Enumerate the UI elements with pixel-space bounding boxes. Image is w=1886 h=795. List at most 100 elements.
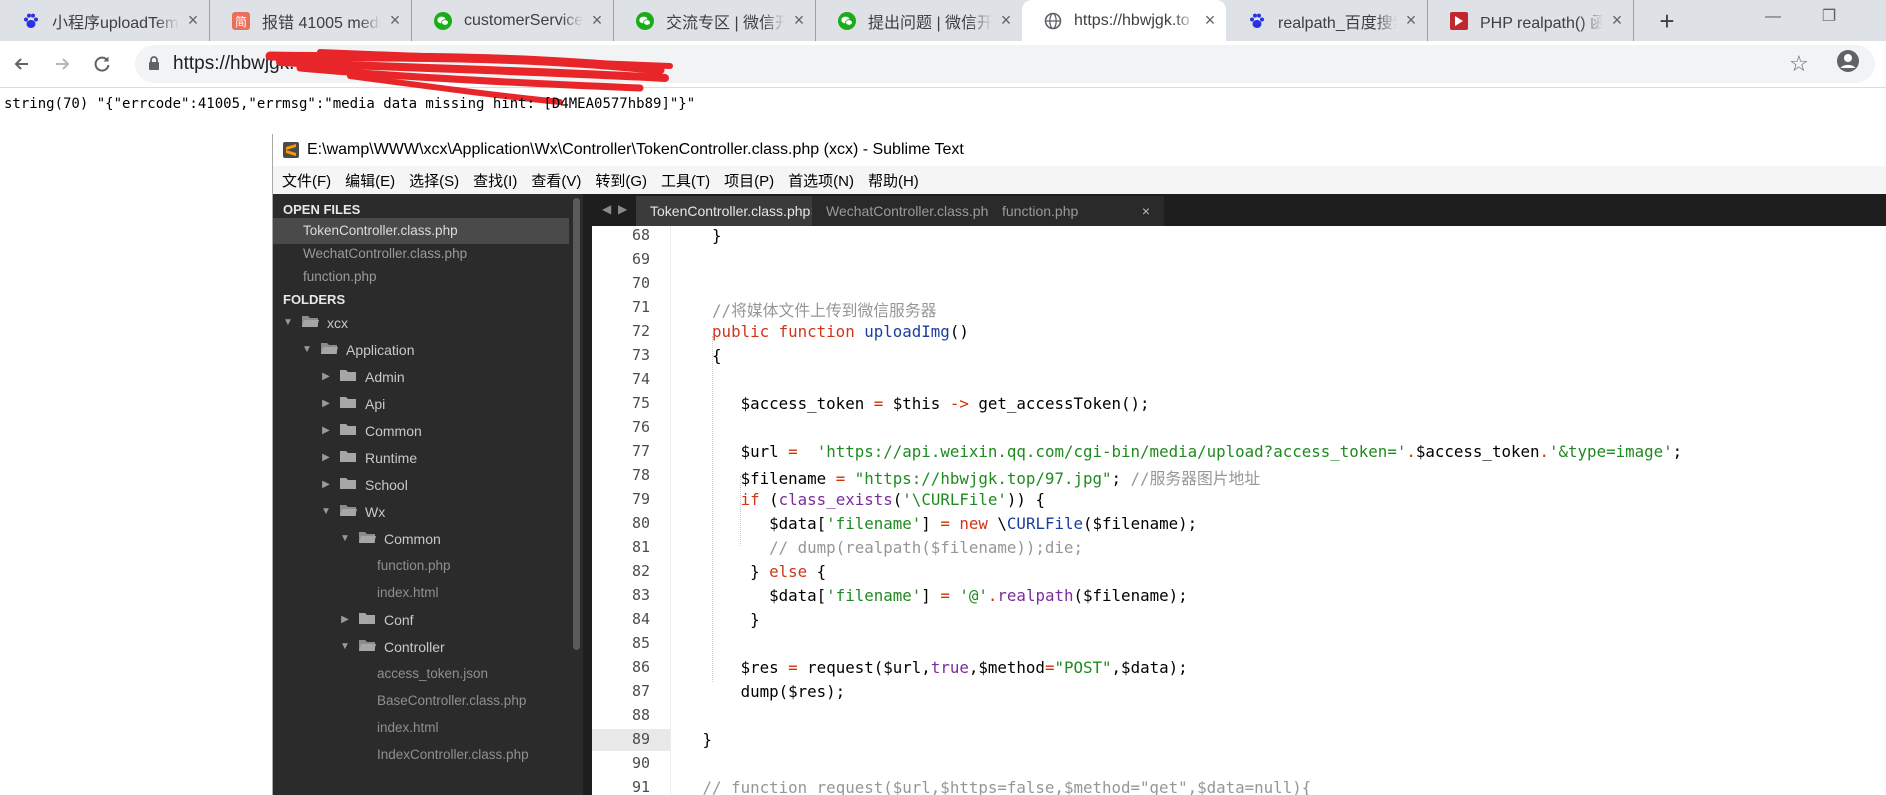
menu-item[interactable]: 编辑(E): [345, 170, 395, 191]
sidebar-scrollbar[interactable]: [573, 198, 580, 650]
menu-item[interactable]: 查找(I): [473, 170, 517, 191]
tree-folder-item[interactable]: ▶ Api: [319, 390, 385, 417]
disclosure-closed-icon[interactable]: ▶: [319, 398, 333, 409]
code-line[interactable]: $url = 'https://api.weixin.qq.com/cgi-bi…: [674, 442, 1683, 461]
forward-button[interactable]: [46, 48, 78, 80]
code-line[interactable]: }: [674, 730, 713, 749]
bookmark-star-icon[interactable]: ☆: [1789, 51, 1809, 77]
file-tab[interactable]: WechatController.class.php×: [812, 196, 1004, 226]
close-tab-icon[interactable]: ×: [791, 10, 807, 31]
disclosure-open-icon[interactable]: ▼: [338, 641, 352, 652]
file-tab[interactable]: function.php ×: [988, 196, 1164, 226]
back-button[interactable]: [6, 48, 38, 80]
disclosure-closed-icon[interactable]: ▶: [319, 425, 333, 436]
code-line[interactable]: } else {: [674, 562, 826, 581]
sidebar-divider[interactable]: [583, 194, 592, 795]
file-tab[interactable]: TokenController.class.php×: [636, 196, 819, 226]
disclosure-open-icon[interactable]: ▼: [300, 344, 314, 355]
disclosure-closed-icon[interactable]: ▶: [319, 452, 333, 463]
code-line[interactable]: // function request($url,$https=false,$m…: [674, 778, 1312, 795]
minimize-button[interactable]: —: [1752, 0, 1794, 34]
disclosure-open-icon[interactable]: ▼: [319, 506, 333, 517]
menu-item[interactable]: 首选项(N): [788, 170, 854, 191]
code-line[interactable]: $access_token = $this -> get_accessToken…: [674, 394, 1150, 413]
browser-tab[interactable]: https://hbwjgk.to ×: [1022, 0, 1226, 41]
browser-tab[interactable]: PHP realpath() 函 ×: [1428, 0, 1634, 41]
code-line[interactable]: $data['filename'] = new \CURLFile($filen…: [674, 514, 1197, 533]
new-tab-button[interactable]: +: [1652, 6, 1682, 36]
tree-folder-item[interactable]: ▶ Common: [319, 417, 422, 444]
code-token: (: [759, 490, 779, 509]
disclosure-closed-icon[interactable]: ▶: [338, 614, 352, 625]
tab-next-arrow-icon[interactable]: ▶: [618, 202, 627, 216]
close-tab-icon[interactable]: ×: [1202, 10, 1218, 31]
browser-tab[interactable]: 简 报错 41005 media ×: [210, 0, 412, 41]
tree-folder-item[interactable]: ▶ Runtime: [319, 444, 417, 471]
close-tab-icon[interactable]: ×: [1403, 10, 1419, 31]
disclosure-open-icon[interactable]: ▼: [281, 317, 295, 328]
menu-item[interactable]: 文件(F): [282, 170, 331, 191]
code-line[interactable]: {: [674, 346, 722, 365]
browser-tab-title: customerServiceI: [464, 11, 583, 29]
code-token: request($url,: [797, 658, 931, 677]
browser-tab[interactable]: 提出问题 | 微信开 ×: [816, 0, 1022, 41]
tree-folder-item[interactable]: ▼ Application: [300, 336, 414, 363]
tab-prev-arrow-icon[interactable]: ◀: [602, 202, 611, 216]
menu-item[interactable]: 工具(T): [661, 170, 710, 191]
tree-file-item[interactable]: function.php: [377, 552, 451, 579]
line-number: 76: [631, 418, 650, 436]
tree-folder-item[interactable]: ▶ Admin: [319, 363, 405, 390]
browser-tab[interactable]: 小程序uploadTem ×: [0, 0, 210, 41]
browser-tab[interactable]: 交流专区 | 微信开 ×: [614, 0, 816, 41]
browser-tab[interactable]: customerServiceI ×: [412, 0, 614, 41]
code-line[interactable]: $data['filename'] = '@'.realpath($filena…: [674, 586, 1188, 605]
code-area[interactable]: } //将媒体文件上传到微信服务器 public function upload…: [670, 226, 1886, 795]
tree-folder-item[interactable]: ▶ Conf: [338, 606, 413, 633]
menu-item[interactable]: 转到(G): [595, 170, 647, 191]
tree-file-item[interactable]: index.html: [377, 714, 439, 741]
disclosure-closed-icon[interactable]: ▶: [319, 371, 333, 382]
menu-item[interactable]: 查看(V): [531, 170, 581, 191]
code-line[interactable]: // dump(realpath($filename));die;: [674, 538, 1083, 557]
menu-item[interactable]: 选择(S): [409, 170, 459, 191]
code-line[interactable]: $res = request($url,true,$method="POST",…: [674, 658, 1188, 677]
close-tab-icon[interactable]: ×: [387, 10, 403, 31]
disclosure-open-icon[interactable]: ▼: [338, 533, 352, 544]
tree-folder-item[interactable]: ▼ Wx: [319, 498, 385, 525]
open-file-item[interactable]: function.php: [273, 264, 569, 290]
account-avatar-icon[interactable]: [1836, 49, 1860, 73]
tree-folder-item[interactable]: ▼ Common: [338, 525, 441, 552]
reload-button[interactable]: [86, 48, 118, 80]
browser-tab[interactable]: realpath_百度搜索 ×: [1226, 0, 1428, 41]
disclosure-closed-icon[interactable]: ▶: [319, 479, 333, 490]
code-line[interactable]: $filename = "https://hbwjgk.top/97.jpg";…: [674, 466, 1261, 489]
code-line[interactable]: }: [674, 610, 760, 629]
close-tab-icon[interactable]: ×: [998, 10, 1014, 31]
code-line[interactable]: public function uploadImg(): [674, 322, 969, 341]
code-line[interactable]: }: [674, 226, 722, 245]
code-line[interactable]: dump($res);: [674, 682, 846, 701]
close-tab-icon[interactable]: ×: [589, 10, 605, 31]
open-files-header: OPEN FILES: [283, 202, 361, 217]
tree-file-item[interactable]: access_token.json: [377, 660, 488, 687]
menu-item[interactable]: 项目(P): [724, 170, 774, 191]
menu-item[interactable]: 帮助(H): [868, 170, 919, 191]
close-tab-icon[interactable]: ×: [185, 10, 201, 31]
tree-file-item[interactable]: index.html: [377, 579, 439, 606]
code-editor[interactable]: 68 69 70 71 72 73 74 75 76 77 78 79 80 81 82 83 84 85 86 87…: [592, 226, 1886, 795]
tree-folder-item[interactable]: ▼ xcx: [281, 309, 348, 336]
close-tab-icon[interactable]: ×: [1142, 203, 1150, 219]
close-tab-icon[interactable]: ×: [1609, 10, 1625, 31]
tree-folder-item[interactable]: ▶ School: [319, 471, 408, 498]
code-line[interactable]: //将媒体文件上传到微信服务器: [674, 298, 936, 321]
tree-file-item[interactable]: IndexController.class.php: [377, 741, 529, 768]
code-line[interactable]: if (class_exists('\CURLFile')) {: [674, 490, 1045, 509]
indent-guide: [740, 476, 741, 546]
restore-button[interactable]: ❐: [1808, 0, 1850, 34]
line-number: 70: [631, 274, 650, 292]
line-number: 69: [631, 250, 650, 268]
tree-item-label: index.html: [377, 720, 439, 735]
tree-file-item[interactable]: BaseController.class.php: [377, 687, 526, 714]
tree-folder-item[interactable]: ▼ Controller: [338, 633, 445, 660]
